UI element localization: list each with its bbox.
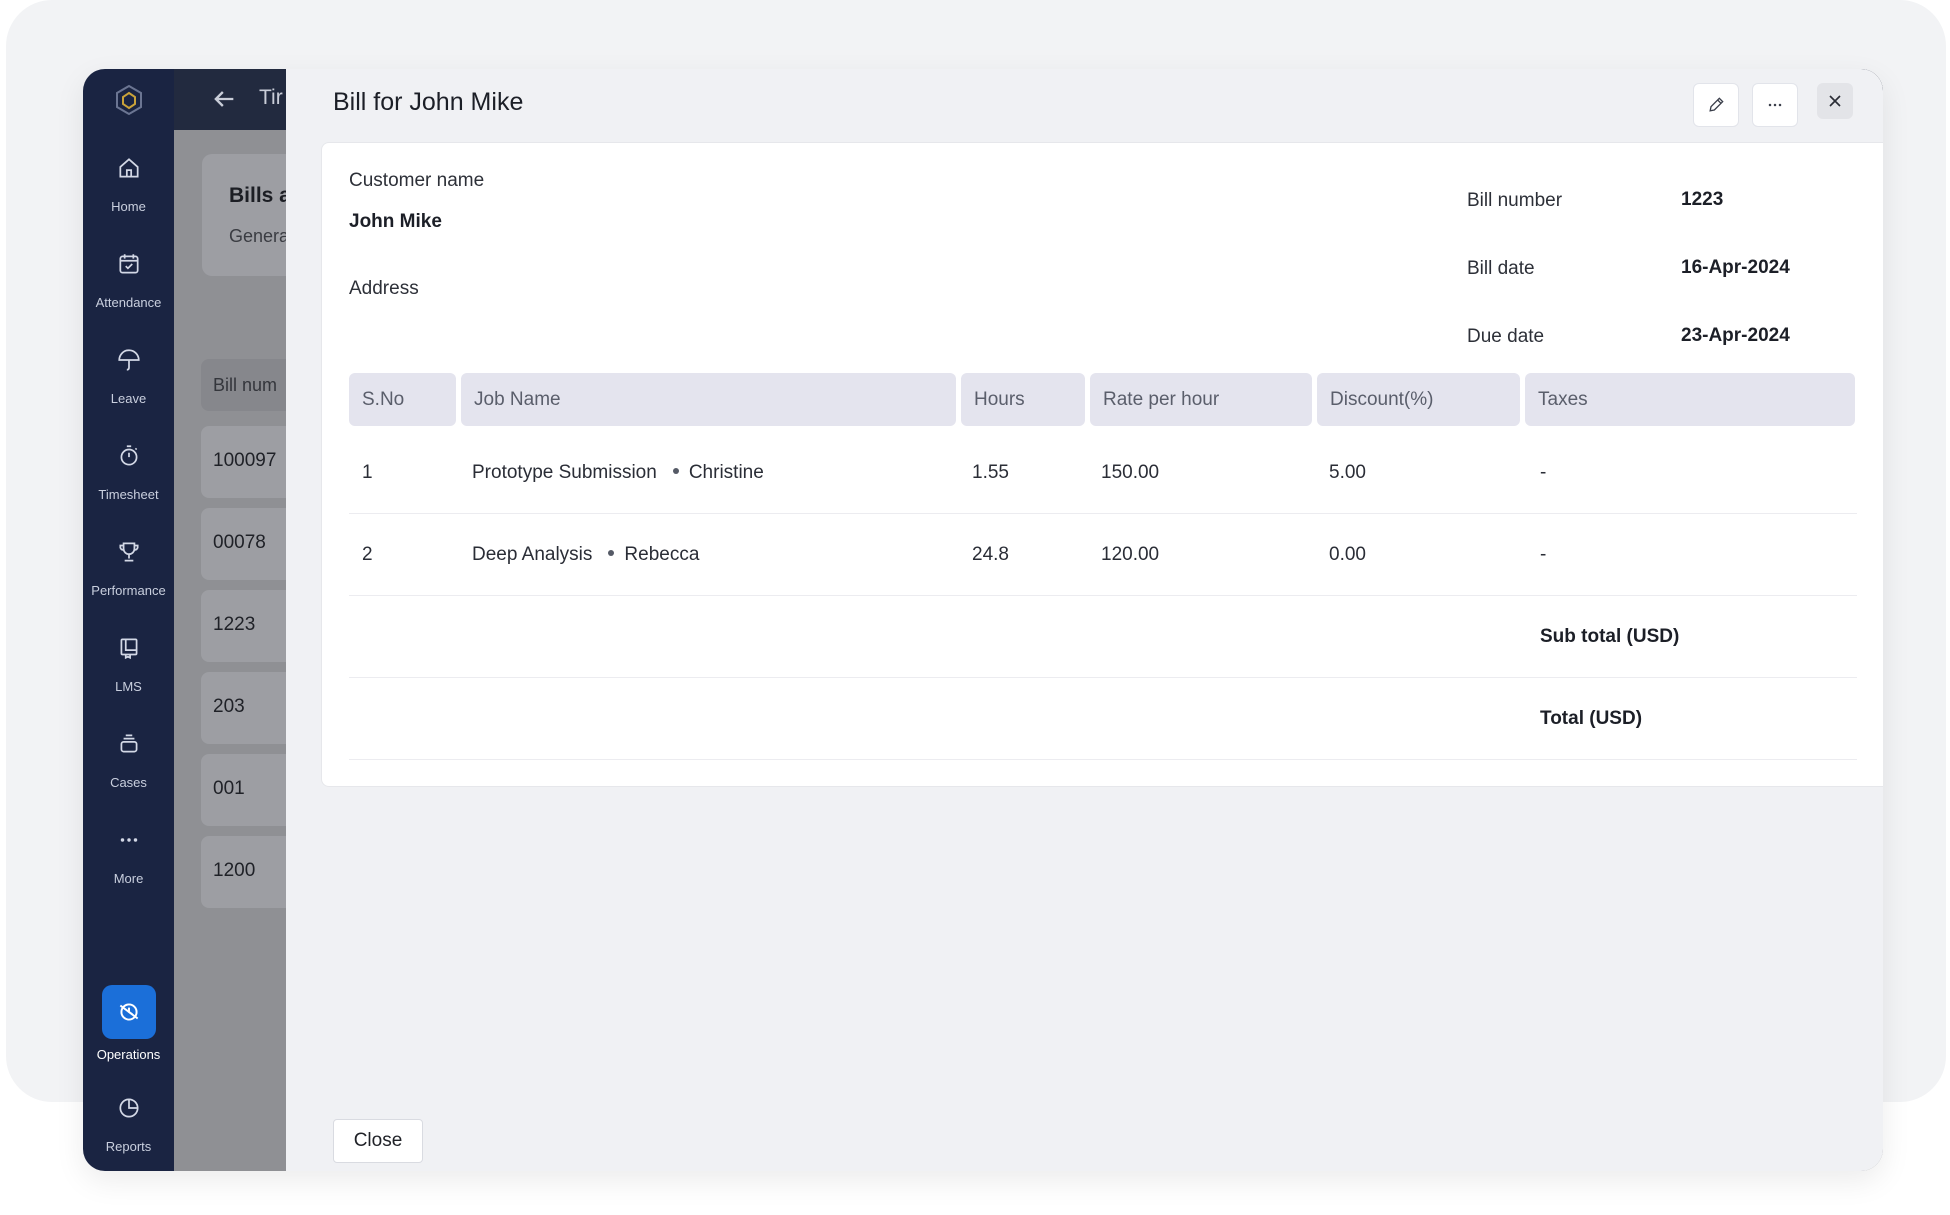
column-header-job-name: Job Name <box>461 373 956 426</box>
ellipsis-icon <box>1768 103 1782 107</box>
nav-label: Timesheet <box>98 487 159 502</box>
close-icon <box>1829 95 1841 107</box>
nav-item-timesheet[interactable]: Timesheet <box>83 433 174 523</box>
cell-rate: 150.00 <box>1101 462 1160 483</box>
home-icon <box>106 145 152 191</box>
card-title: Bills a <box>229 184 291 207</box>
subtotal-label: Sub total (USD) <box>1540 626 1680 647</box>
pencil-icon <box>1709 97 1724 112</box>
nav-label: Performance <box>91 583 166 598</box>
cell-rate: 120.00 <box>1101 544 1160 565</box>
drawer-title: Bill for John Mike <box>333 88 524 116</box>
nav-item-operations[interactable]: Operations <box>83 985 174 1075</box>
job-name: Deep Analysis <box>472 544 593 565</box>
table-row: 1 Prototype Submission Christine 1.55 150… <box>349 432 1857 514</box>
nav-label: Attendance <box>95 295 162 310</box>
bill-detail-drawer: Bill for John Mike Customer name John Mi… <box>286 69 1883 1171</box>
close-button[interactable]: Close <box>333 1119 423 1163</box>
close-drawer-button[interactable] <box>1817 83 1853 119</box>
column-header-hours: Hours <box>961 373 1085 426</box>
bill-sheet: Customer name John Mike Address Bill num… <box>321 142 1883 787</box>
trophy-icon <box>106 529 152 575</box>
bill-number-value: 1223 <box>1681 189 1724 210</box>
nav-item-attendance[interactable]: Attendance <box>83 241 174 331</box>
table-row: 2 Deep Analysis Rebecca 24.8 120.00 0.00 … <box>349 514 1857 596</box>
edit-button[interactable] <box>1693 83 1739 127</box>
job-name: Prototype Submission <box>472 462 657 483</box>
timer-icon <box>106 433 152 479</box>
cell-job-name: Prototype Submission Christine <box>472 462 764 484</box>
cell-job-name: Deep Analysis Rebecca <box>472 544 699 566</box>
separator-dot <box>672 468 679 475</box>
address-label: Address <box>349 278 419 299</box>
app-logo <box>116 84 142 116</box>
cell-taxes: - <box>1540 462 1547 483</box>
assignee-name: Rebecca <box>624 544 700 565</box>
column-header-taxes: Taxes <box>1525 373 1855 426</box>
page-title: Tir <box>259 86 283 109</box>
column-header-discount: Discount(%) <box>1317 373 1520 426</box>
nav-item-reports[interactable]: Reports <box>83 1085 174 1171</box>
back-arrow-icon[interactable] <box>210 85 238 113</box>
total-row: Total (USD) <box>349 678 1857 760</box>
nav-label: Reports <box>105 1139 152 1154</box>
pie-chart-icon <box>106 1085 152 1131</box>
cell-discount: 5.00 <box>1329 462 1366 483</box>
bill-date-value: 16-Apr-2024 <box>1681 257 1790 278</box>
customer-name-label: Customer name <box>349 170 485 191</box>
nav-label: LMS <box>115 679 142 694</box>
nav-label: More <box>113 871 144 886</box>
cell-hours: 1.55 <box>972 462 1009 483</box>
nav-label: Home <box>111 199 146 214</box>
nav-item-home[interactable]: Home <box>83 145 174 235</box>
cell-hours: 24.8 <box>972 544 1009 565</box>
customer-name-value: John Mike <box>349 211 442 232</box>
operations-icon <box>101 985 156 1039</box>
cell-discount: 0.00 <box>1329 544 1366 565</box>
more-icon <box>106 817 152 863</box>
nav-label: Cases <box>110 775 147 790</box>
app-window: Home Attendance Leave Timesheet Performa… <box>83 69 1883 1171</box>
due-date-value: 23-Apr-2024 <box>1681 325 1790 346</box>
subtotal-row: Sub total (USD) <box>349 596 1857 678</box>
cell-sno: 1 <box>362 462 373 483</box>
nav-label: Operations <box>96 1047 161 1062</box>
nav-item-leave[interactable]: Leave <box>83 337 174 427</box>
separator-dot <box>608 550 615 557</box>
cell-sno: 2 <box>362 544 373 565</box>
nav-label: Leave <box>110 391 147 406</box>
bill-date-label: Bill date <box>1467 258 1535 279</box>
nav-item-more[interactable]: More <box>83 817 174 907</box>
cell-taxes: - <box>1540 544 1547 565</box>
nav-item-performance[interactable]: Performance <box>83 529 174 619</box>
book-icon <box>106 625 152 671</box>
bill-number-label: Bill number <box>1467 190 1563 211</box>
total-label: Total (USD) <box>1540 708 1643 729</box>
column-header-rate: Rate per hour <box>1090 373 1312 426</box>
column-header-sno: S.No <box>349 373 456 426</box>
umbrella-icon <box>106 337 152 383</box>
assignee-name: Christine <box>688 462 764 483</box>
left-nav: Home Attendance Leave Timesheet Performa… <box>83 69 174 1171</box>
card-subtitle: Genera <box>229 226 290 246</box>
calendar-check-icon <box>106 241 152 287</box>
nav-item-cases[interactable]: Cases <box>83 721 174 811</box>
more-options-button[interactable] <box>1752 83 1798 127</box>
nav-item-lms[interactable]: LMS <box>83 625 174 715</box>
due-date-label: Due date <box>1467 326 1545 347</box>
cases-icon <box>106 721 152 767</box>
